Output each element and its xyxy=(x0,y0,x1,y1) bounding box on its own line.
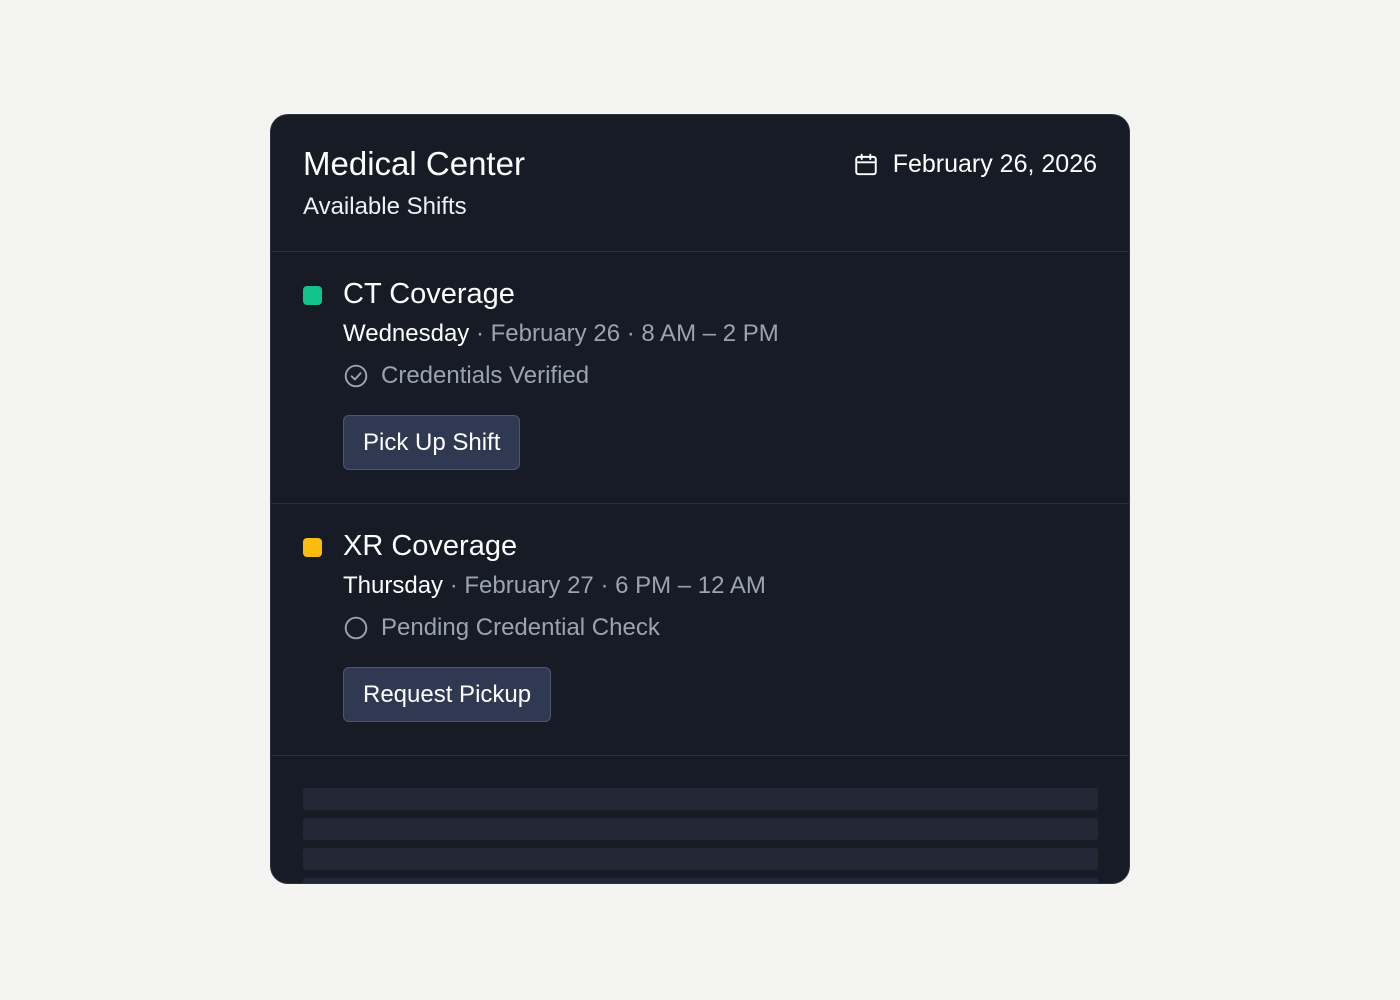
date-display: February 26, 2026 xyxy=(853,150,1097,179)
page-subtitle: Available Shifts xyxy=(303,193,467,220)
page-title: Medical Center xyxy=(303,145,525,182)
shift-color-indicator xyxy=(303,538,322,557)
shift-details: · February 26 · 8 AM – 2 PM xyxy=(469,320,779,347)
credential-status-text: Credentials Verified xyxy=(381,362,590,389)
check-circle-icon xyxy=(344,364,368,388)
shift-schedule: Thursday · February 27 · 6 PM – 12 AM xyxy=(343,572,766,600)
shift-item-ct-coverage: CT Coverage Wednesday · February 26 · 8 … xyxy=(271,252,1129,504)
credential-status: Pending Credential Check xyxy=(343,614,660,642)
empty-circle-icon xyxy=(344,616,368,640)
shift-day: Thursday xyxy=(343,572,444,599)
card-header: Medical Center Available Shifts February… xyxy=(271,115,1129,252)
shift-item-xr-coverage: XR Coverage Thursday · February 27 · 6 P… xyxy=(271,504,1129,756)
shift-title: CT Coverage xyxy=(343,278,515,310)
shift-day: Wednesday xyxy=(343,320,470,347)
loading-skeleton-line xyxy=(303,818,1098,840)
request-pickup-button[interactable]: Request Pickup xyxy=(343,667,552,722)
shift-schedule: Wednesday · February 26 · 8 AM – 2 PM xyxy=(343,320,779,348)
shifts-card: Medical Center Available Shifts February… xyxy=(270,114,1130,884)
credential-status: Credentials Verified xyxy=(343,362,589,390)
current-date: February 26, 2026 xyxy=(892,150,1097,178)
page-background: Medical Center Available Shifts February… xyxy=(0,0,1400,1000)
calendar-icon xyxy=(854,153,877,175)
credential-status-text: Pending Credential Check xyxy=(381,614,660,641)
shift-color-indicator xyxy=(303,286,322,305)
loading-skeleton-line xyxy=(303,848,1098,870)
shift-title: XR Coverage xyxy=(343,530,518,562)
loading-skeleton-line xyxy=(303,788,1098,810)
shift-details: · February 27 · 6 PM – 12 AM xyxy=(443,572,766,599)
loading-skeleton-line xyxy=(303,878,1098,883)
pick-up-shift-button[interactable]: Pick Up Shift xyxy=(343,415,521,470)
